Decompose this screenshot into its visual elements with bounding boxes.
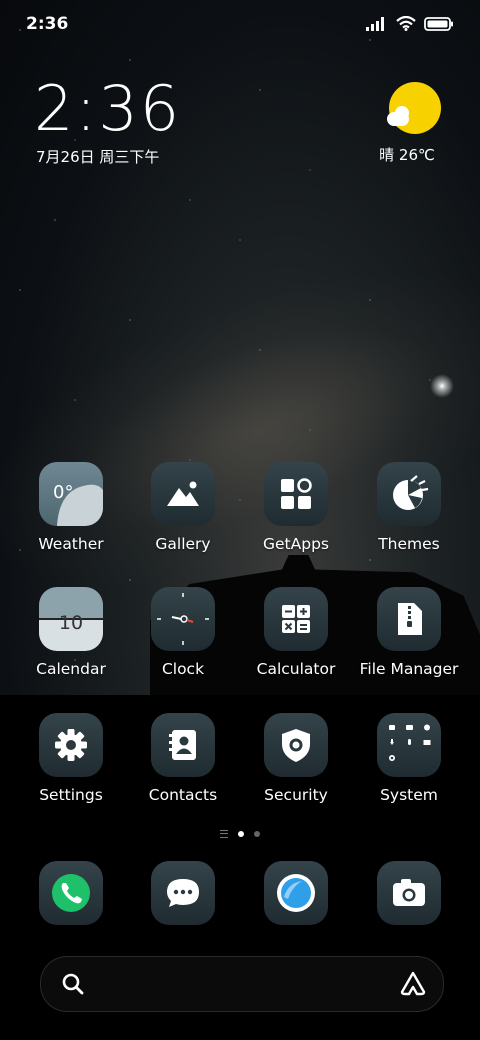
dock-camera[interactable] (354, 861, 464, 925)
weather-widget-text: 晴 26℃ (379, 146, 435, 164)
browser-icon (264, 861, 328, 925)
weather-icon: 0° (39, 462, 103, 526)
page-indicator[interactable] (0, 830, 480, 838)
phone-icon (39, 861, 103, 925)
gallery-icon (151, 462, 215, 526)
wifi-icon (396, 16, 416, 31)
settings-icon (39, 713, 103, 777)
app-label: Calculator (256, 660, 336, 678)
themes-icon (377, 462, 441, 526)
calendar-icon-day: 10 (58, 612, 84, 634)
app-label: Themes (378, 535, 440, 553)
clock-widget[interactable]: 2:36 7月26日 周三下午 (34, 78, 181, 167)
security-icon (264, 713, 328, 777)
app-label: System (380, 786, 438, 804)
app-label: Contacts (148, 786, 218, 804)
page-dot-active (238, 831, 244, 837)
signal-icon (366, 16, 384, 31)
app-weather[interactable]: 0° Weather (16, 462, 126, 553)
app-calculator[interactable]: Calculator (241, 587, 351, 678)
camera-icon (377, 861, 441, 925)
getapps-icon (264, 462, 328, 526)
status-icons (366, 16, 454, 31)
clock-widget-date: 7月26日 周三下午 (36, 148, 160, 166)
dock-phone[interactable] (16, 861, 126, 925)
search-icon (62, 973, 84, 995)
app-label: Settings (39, 786, 103, 804)
page-dot (254, 831, 260, 837)
messages-icon (151, 861, 215, 925)
app-contacts[interactable]: Contacts (128, 713, 238, 804)
app-clock[interactable]: Clock (128, 587, 238, 678)
weather-icon-temp: 0° (53, 482, 74, 503)
app-themes[interactable]: Themes (354, 462, 464, 553)
status-time: 2:36 (26, 14, 69, 34)
status-bar: 2:36 (0, 0, 480, 50)
calendar-icon: 10 (39, 587, 103, 651)
search-bar[interactable] (40, 956, 444, 1012)
file-manager-icon (377, 587, 441, 651)
app-gallery[interactable]: Gallery (128, 462, 238, 553)
calculator-icon (264, 587, 328, 651)
app-label: Gallery (155, 535, 211, 553)
contacts-icon (151, 713, 215, 777)
system-folder-icon (377, 713, 441, 777)
page-indicator-menu-icon (220, 830, 228, 838)
app-label: Calendar (36, 660, 106, 678)
app-label: Weather (38, 535, 104, 553)
app-system-folder[interactable]: System (354, 713, 464, 804)
app-vault-icon[interactable] (399, 970, 427, 996)
app-label: File Manager (359, 660, 459, 678)
app-label: Security (264, 786, 328, 804)
app-getapps[interactable]: GetApps (241, 462, 351, 553)
dock-browser[interactable] (241, 861, 351, 925)
app-calendar[interactable]: 10 Calendar (16, 587, 126, 678)
app-label: Clock (161, 660, 205, 678)
app-settings[interactable]: Settings (16, 713, 126, 804)
battery-icon (424, 16, 453, 31)
app-label: GetApps (263, 535, 329, 553)
app-file-manager[interactable]: File Manager (354, 587, 464, 678)
weather-widget[interactable]: 晴 26℃ (379, 82, 446, 165)
clock-icon (151, 587, 215, 651)
app-security[interactable]: Security (241, 713, 351, 804)
clock-widget-time: 2:36 (34, 72, 182, 145)
wallpaper-star-flare (428, 372, 456, 400)
dock-messages[interactable] (128, 861, 238, 925)
sun-cloud-icon (387, 82, 441, 134)
